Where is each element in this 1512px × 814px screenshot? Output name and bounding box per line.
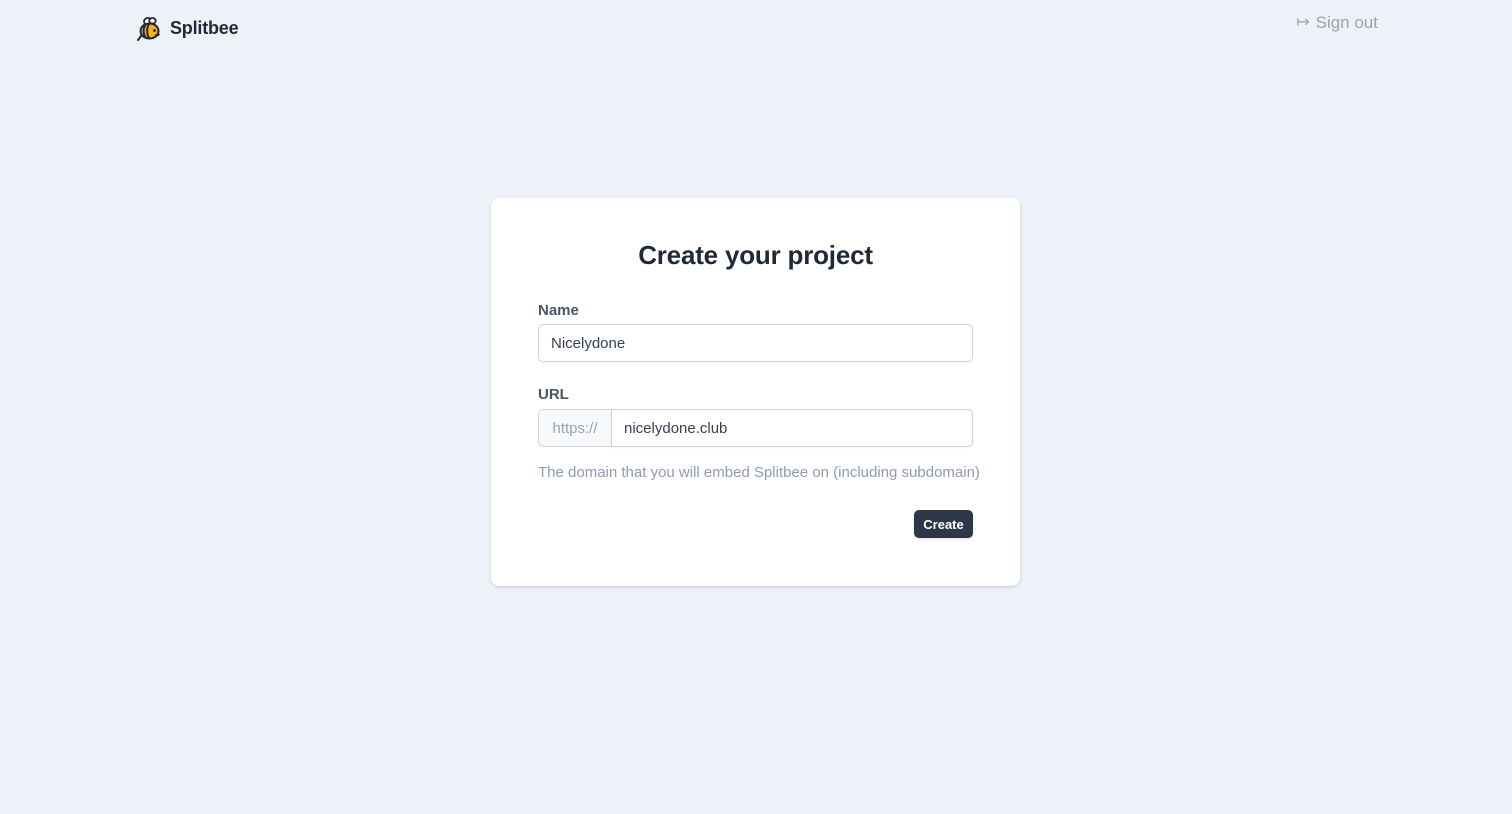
name-label: Name — [538, 302, 579, 319]
url-input[interactable] — [611, 409, 973, 447]
name-input[interactable] — [538, 324, 973, 362]
logo-text: Splitbee — [170, 17, 239, 38]
sign-out-label: Sign out — [1315, 13, 1378, 32]
url-helper-text: The domain that you will embed Splitbee … — [538, 464, 980, 481]
create-project-card: Create your project Name URL https:// Th… — [491, 198, 1020, 586]
url-label: URL — [538, 386, 569, 403]
url-prefix: https:// — [538, 409, 611, 447]
page-title: Create your project — [638, 240, 873, 270]
sign-out-link[interactable]: ↦ Sign out — [1296, 13, 1378, 33]
sign-out-icon: ↦ — [1296, 14, 1310, 31]
splitbee-logo[interactable]: Splitbee — [137, 14, 239, 42]
create-button[interactable]: Create — [914, 510, 973, 538]
top-navigation: Splitbee ↦ Sign out — [0, 0, 1512, 60]
url-field-group: https:// — [538, 409, 973, 447]
bee-icon — [137, 17, 160, 41]
